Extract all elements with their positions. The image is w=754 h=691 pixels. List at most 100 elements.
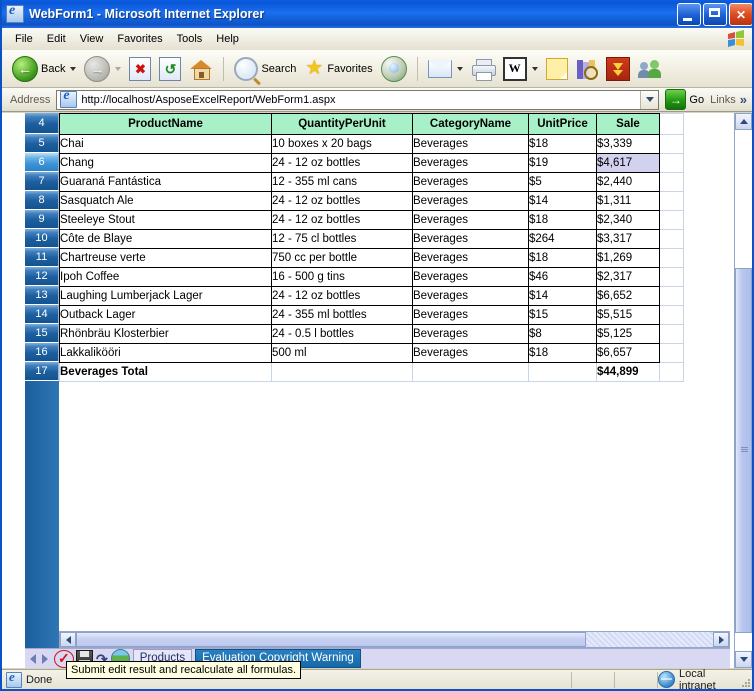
stop-button[interactable]: ✖ [125, 51, 155, 87]
cell-r11-c5[interactable]: $1,269 [596, 248, 660, 268]
go-button[interactable]: → Go [659, 89, 710, 110]
cell-r7-c2[interactable]: 12 - 355 ml cans [271, 172, 413, 192]
row-header-16[interactable]: 16 [25, 343, 59, 362]
hscroll-thumb[interactable] [76, 632, 586, 647]
row-header-14[interactable]: 14 [25, 305, 59, 324]
cell-r11-c1[interactable]: Chartreuse verte [59, 248, 272, 268]
cell-r10-c3[interactable]: Beverages [412, 229, 529, 249]
cell-r15-c1[interactable]: Rhönbräu Klosterbier [59, 324, 272, 344]
cell-r5-c1[interactable]: Chai [59, 134, 272, 154]
total-quantity[interactable] [271, 362, 413, 382]
total-category[interactable] [412, 362, 529, 382]
cell-r15-c5[interactable]: $5,125 [596, 324, 660, 344]
cell-r5-trailing[interactable] [659, 134, 684, 154]
menu-item-edit[interactable]: Edit [40, 31, 73, 47]
cell-r14-trailing[interactable] [659, 305, 684, 325]
vscroll-thumb[interactable] [735, 268, 752, 633]
cell-r13-c4[interactable]: $14 [528, 286, 597, 306]
cell-r15-c2[interactable]: 24 - 0.5 l bottles [271, 324, 413, 344]
row-header-9[interactable]: 9 [25, 210, 59, 229]
cell-r14-c3[interactable]: Beverages [412, 305, 529, 325]
vscroll-up-button[interactable] [735, 113, 752, 130]
cell-r11-c3[interactable]: Beverages [412, 248, 529, 268]
cell-r12-trailing[interactable] [659, 267, 684, 287]
cell-r8-c3[interactable]: Beverages [412, 191, 529, 211]
messenger-button[interactable] [634, 51, 666, 87]
row-header-8[interactable]: 8 [25, 191, 59, 210]
forward-dropdown-icon[interactable] [115, 66, 122, 71]
cell-r11-c4[interactable]: $18 [528, 248, 597, 268]
cell-r6-trailing[interactable] [659, 153, 684, 173]
cell-r7-c1[interactable]: Guaraná Fantástica [59, 172, 272, 192]
research-button[interactable] [572, 51, 602, 87]
address-input[interactable]: http://localhost/AsposeExcelReport/WebFo… [56, 88, 660, 110]
cell-r16-c4[interactable]: $18 [528, 343, 597, 363]
vertical-scrollbar[interactable] [734, 113, 752, 668]
row-header-13[interactable]: 13 [25, 286, 59, 305]
cell-r9-c1[interactable]: Steeleye Stout [59, 210, 272, 230]
security-zone[interactable]: Local intranet [658, 668, 752, 689]
row-header-11[interactable]: 11 [25, 248, 59, 267]
cell-r13-trailing[interactable] [659, 286, 684, 306]
address-dropdown-button[interactable] [640, 90, 659, 109]
row-header-15[interactable]: 15 [25, 324, 59, 343]
cell-r10-c1[interactable]: Côte de Blaye [59, 229, 272, 249]
cell-r15-c3[interactable]: Beverages [412, 324, 529, 344]
cell-r16-c5[interactable]: $6,657 [596, 343, 660, 363]
cell-r12-c1[interactable]: Ipoh Coffee [59, 267, 272, 287]
menu-item-tools[interactable]: Tools [170, 31, 210, 47]
favorites-button[interactable]: ★ Favorites [300, 51, 376, 87]
cell-r10-trailing[interactable] [659, 229, 684, 249]
cell-r12-c4[interactable]: $46 [528, 267, 597, 287]
edit-dropdown-icon[interactable] [531, 66, 538, 71]
cell-r7-c3[interactable]: Beverages [412, 172, 529, 192]
total-unitprice[interactable] [528, 362, 597, 382]
cell-r14-c1[interactable]: Outback Lager [59, 305, 272, 325]
mail-button[interactable] [424, 51, 467, 87]
refresh-button[interactable]: ↺ [155, 51, 185, 87]
horizontal-scrollbar[interactable] [59, 631, 730, 648]
cell-r6-c2[interactable]: 24 - 12 oz bottles [271, 153, 413, 173]
cell-r6-c1[interactable]: Chang [59, 153, 272, 173]
cell-r15-trailing[interactable] [659, 324, 684, 344]
next-sheet-icon[interactable] [42, 653, 48, 664]
row-header-10[interactable]: 10 [25, 229, 59, 248]
row-header-17[interactable]: 17 [25, 362, 59, 381]
cell-r9-trailing[interactable] [659, 210, 684, 230]
cell-r10-c4[interactable]: $264 [528, 229, 597, 249]
cell-r15-c4[interactable]: $8 [528, 324, 597, 344]
row-header-6[interactable]: 6 [25, 153, 59, 172]
cell-r13-c5[interactable]: $6,652 [596, 286, 660, 306]
cell-r9-c4[interactable]: $18 [528, 210, 597, 230]
cell-r12-c3[interactable]: Beverages [412, 267, 529, 287]
mail-dropdown-icon[interactable] [456, 66, 463, 71]
cell-r8-c4[interactable]: $14 [528, 191, 597, 211]
cell-r14-c5[interactable]: $5,515 [596, 305, 660, 325]
cell-r14-c4[interactable]: $15 [528, 305, 597, 325]
search-button[interactable]: Search [230, 51, 300, 87]
row-header-12[interactable]: 12 [25, 267, 59, 286]
cell-r16-trailing[interactable] [659, 343, 684, 363]
cell-r14-c2[interactable]: 24 - 355 ml bottles [271, 305, 413, 325]
edit-word-button[interactable]: W [499, 51, 542, 87]
vscroll-down-button[interactable] [735, 651, 752, 668]
menu-item-help[interactable]: Help [209, 31, 246, 47]
cell-r10-c5[interactable]: $3,317 [596, 229, 660, 249]
cell-r9-c3[interactable]: Beverages [412, 210, 529, 230]
cell-r13-c1[interactable]: Laughing Lumberjack Lager [59, 286, 272, 306]
resize-grip-icon[interactable] [740, 677, 750, 687]
row-header-4[interactable]: 4 [25, 113, 59, 134]
cell-r8-c1[interactable]: Sasquatch Ale [59, 191, 272, 211]
messenger-download-button[interactable] [602, 51, 634, 87]
maximize-button[interactable] [703, 3, 727, 26]
cell-r6-c5[interactable]: $4,617 [596, 153, 660, 173]
cell-r8-c2[interactable]: 24 - 12 oz bottles [271, 191, 413, 211]
close-button[interactable]: ✕ [729, 3, 752, 26]
total-trailing[interactable] [659, 362, 684, 382]
prev-sheet-icon[interactable] [30, 653, 36, 664]
cell-r5-c3[interactable]: Beverages [412, 134, 529, 154]
media-button[interactable] [377, 51, 411, 87]
back-button[interactable]: ← Back [8, 51, 80, 87]
print-button[interactable] [467, 51, 499, 87]
total-label[interactable]: Beverages Total [59, 362, 272, 382]
